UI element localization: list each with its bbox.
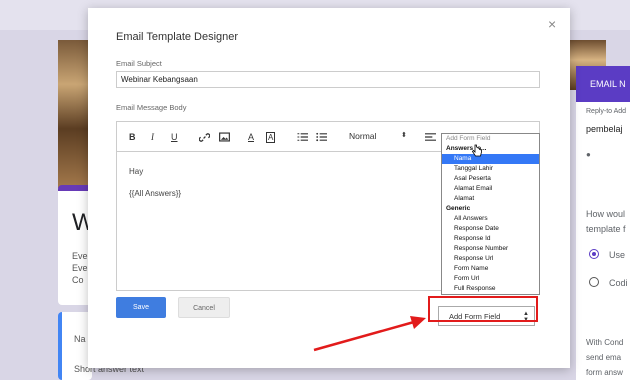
- reply-to-label: Reply-to Add: [586, 108, 627, 115]
- template-question: template f: [586, 224, 626, 234]
- dropdown-option[interactable]: Alamat: [442, 194, 539, 204]
- info-icon: ●: [586, 150, 591, 159]
- dropdown-option[interactable]: Full Response: [442, 284, 539, 294]
- dropdown-option-selected[interactable]: Nama: [442, 154, 539, 164]
- radio-code-label: Codi: [609, 278, 628, 288]
- cancel-button[interactable]: Cancel: [178, 297, 230, 318]
- highlight-button[interactable]: A: [266, 132, 276, 143]
- dropdown-option[interactable]: Response Number: [442, 244, 539, 254]
- dropdown-option[interactable]: Response Date: [442, 224, 539, 234]
- condition-text: With Cond: [586, 338, 624, 347]
- dropdown-option[interactable]: Response Url: [442, 254, 539, 264]
- subject-label: Email Subject: [116, 59, 162, 68]
- bullet-list-icon[interactable]: [316, 132, 327, 142]
- radio-use-label: Use: [609, 250, 626, 260]
- reply-to-value[interactable]: pembelaj: [586, 124, 623, 134]
- subject-input[interactable]: Webinar Kebangsaan: [116, 71, 540, 88]
- save-button[interactable]: Save: [116, 297, 166, 318]
- body-label: Email Message Body: [116, 103, 187, 112]
- ordered-list-icon[interactable]: [297, 132, 308, 142]
- dropdown-option[interactable]: All Answers: [442, 214, 539, 224]
- dropdown-option[interactable]: Alamat Email: [442, 184, 539, 194]
- form-title-card: W Eve Eve Co: [58, 185, 95, 305]
- form-desc-line: Eve: [72, 251, 88, 261]
- dialog-title: Email Template Designer: [116, 31, 239, 43]
- condition-text: send ema: [586, 353, 622, 362]
- radio-use[interactable]: [589, 249, 599, 259]
- form-desc-line: Co: [72, 275, 84, 285]
- dropdown-option[interactable]: Form Url: [442, 274, 539, 284]
- link-icon[interactable]: [199, 132, 210, 143]
- underline-button[interactable]: U: [171, 132, 178, 142]
- align-icon[interactable]: [425, 132, 436, 142]
- dropdown-option[interactable]: Tanggal Lahir: [442, 164, 539, 174]
- dropdown-placeholder: Add Form Field: [446, 135, 491, 142]
- dropdown-option[interactable]: Form Name: [442, 264, 539, 274]
- addon-side-panel: EMAIL N Reply-to Add pembelaj ● How woul…: [576, 66, 630, 380]
- form-field-dropdown[interactable]: Add Form Field Answers to... Nama Tangga…: [441, 133, 540, 295]
- form-desc-line: Eve: [72, 263, 88, 273]
- highlight-annotation-box: [428, 296, 538, 322]
- heading-select[interactable]: Normal: [349, 131, 376, 141]
- chevron-updown-icon: ⬍: [401, 132, 407, 139]
- close-icon[interactable]: ×: [548, 16, 556, 32]
- radio-code[interactable]: [589, 277, 599, 287]
- template-question: How woul: [586, 209, 626, 219]
- bold-button[interactable]: B: [129, 132, 136, 142]
- condition-text: form answ: [586, 368, 623, 377]
- image-icon[interactable]: [219, 132, 230, 142]
- red-arrow-annotation: [313, 316, 426, 352]
- dropdown-group-header: Generic: [446, 205, 471, 212]
- dropdown-option[interactable]: Asal Peserta: [442, 174, 539, 184]
- italic-button[interactable]: I: [151, 132, 154, 142]
- dropdown-option[interactable]: Response Id: [442, 234, 539, 244]
- hand-cursor-icon: [472, 144, 482, 157]
- side-panel-header: EMAIL N: [576, 66, 630, 102]
- font-color-button[interactable]: A: [248, 132, 254, 142]
- dropdown-group-header: Answers to...: [446, 145, 487, 152]
- question-title-fragment: Na: [74, 334, 86, 344]
- form-banner-image: [58, 40, 90, 188]
